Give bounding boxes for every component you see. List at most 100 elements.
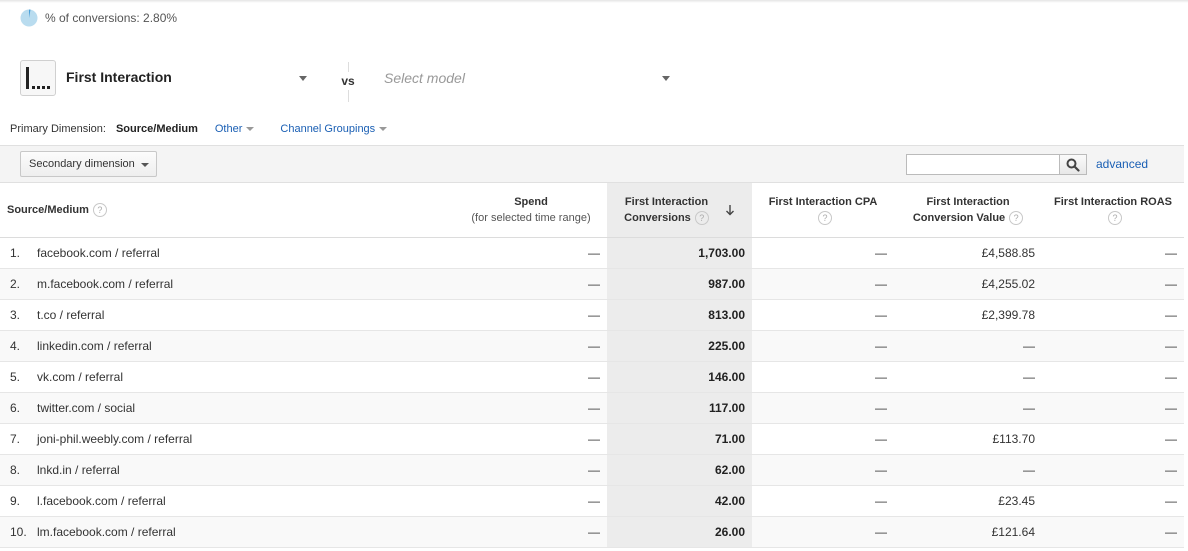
- table-row: 8. lnkd.in / referral —62.00— — —: [0, 454, 1184, 486]
- conversion-value-cell: —: [894, 454, 1042, 486]
- table-row: 3. t.co / referral —813.00— £2,399.78—: [0, 299, 1184, 331]
- source-medium-link[interactable]: m.facebook.com / referral: [35, 268, 455, 300]
- header-cpa[interactable]: First Interaction CPA ?: [752, 183, 894, 238]
- conversions-cell: 26.00: [607, 516, 752, 548]
- table-toolbar: Secondary dimension advanced: [0, 145, 1184, 183]
- search-icon[interactable]: [1066, 158, 1080, 172]
- first-interaction-model-icon: [20, 60, 56, 96]
- help-circle-icon[interactable]: ?: [1009, 211, 1024, 226]
- secondary-dimension-dropdown[interactable]: Secondary dimension: [20, 151, 157, 177]
- compare-model-dropdown[interactable]: Select model: [384, 70, 465, 86]
- help-circle-icon[interactable]: ?: [92, 203, 107, 218]
- primary-dimension-bar: Primary Dimension: Source/Medium Other C…: [10, 123, 413, 135]
- row-number: 2.: [0, 268, 35, 300]
- table-row: 2. m.facebook.com / referral —987.00— £4,25…: [0, 268, 1184, 300]
- conversion-value-cell: £4,255.02: [894, 268, 1042, 300]
- source-medium-link[interactable]: twitter.com / social: [35, 392, 455, 424]
- spend-cell: —: [455, 361, 607, 393]
- table-row: 1. facebook.com / referral —1,703.00— £4,58…: [0, 237, 1184, 269]
- header-conversion-value[interactable]: First Interaction Conversion Value?: [894, 183, 1042, 238]
- header-source-medium[interactable]: Source/Medium?: [0, 183, 455, 238]
- conversion-value-cell: £23.45: [894, 485, 1042, 517]
- primary-dimension-other-label[interactable]: Other: [215, 123, 243, 135]
- data-table: Source/Medium? Spend (for selected time …: [0, 183, 1184, 548]
- primary-dimension-label: Primary Dimension:: [10, 123, 106, 135]
- spend-cell: —: [455, 330, 607, 362]
- conversions-cell: 71.00: [607, 423, 752, 455]
- roas-cell: —: [1042, 330, 1184, 362]
- row-number: 6.: [0, 392, 35, 424]
- cpa-cell: —: [752, 423, 894, 455]
- source-medium-link[interactable]: linkedin.com / referral: [35, 330, 455, 362]
- conversions-cell: 146.00: [607, 361, 752, 393]
- cpa-cell: —: [752, 330, 894, 362]
- conversion-value-cell: —: [894, 361, 1042, 393]
- header-roas[interactable]: First Interaction ROAS ?: [1042, 183, 1184, 238]
- chevron-down-icon[interactable]: [141, 163, 149, 167]
- help-circle-icon[interactable]: ?: [818, 211, 832, 226]
- spend-cell: —: [455, 423, 607, 455]
- table-row: 9. l.facebook.com / referral —42.00— £23.45…: [0, 485, 1184, 517]
- cpa-cell: —: [752, 485, 894, 517]
- roas-cell: —: [1042, 392, 1184, 424]
- source-medium-link[interactable]: lnkd.in / referral: [35, 454, 455, 486]
- conversion-percentage: % of conversions: 2.80%: [45, 11, 178, 25]
- row-number: 7.: [0, 423, 35, 455]
- row-number: 1.: [0, 237, 35, 269]
- source-medium-link[interactable]: lm.facebook.com / referral: [35, 516, 455, 548]
- sort-descending-arrow-icon[interactable]: [725, 204, 735, 216]
- spend-cell: —: [455, 237, 607, 269]
- conversion-value-cell: £2,399.78: [894, 299, 1042, 331]
- conversions-cell: 225.00: [607, 330, 752, 362]
- row-number: 8.: [0, 454, 35, 486]
- table-row: 6. twitter.com / social —117.00— — —: [0, 392, 1184, 424]
- selected-model-dropdown[interactable]: First Interaction: [66, 69, 172, 85]
- channel-groupings-label[interactable]: Channel Groupings: [280, 123, 375, 135]
- cpa-cell: —: [752, 268, 894, 300]
- secondary-dimension-label[interactable]: Secondary dimension: [29, 158, 135, 170]
- conversion-summary: % of conversions: 2.80%: [20, 9, 177, 27]
- conversions-cell: 62.00: [607, 454, 752, 486]
- cpa-cell: —: [752, 237, 894, 269]
- conversions-cell: 1,703.00: [607, 237, 752, 269]
- vs-label: vs: [341, 72, 355, 90]
- pie-chart-icon: [20, 9, 38, 27]
- chevron-down-icon[interactable]: [246, 127, 255, 131]
- source-medium-link[interactable]: vk.com / referral: [35, 361, 455, 393]
- help-circle-icon[interactable]: ?: [1108, 211, 1122, 226]
- conversions-cell: 813.00: [607, 299, 752, 331]
- roas-cell: —: [1042, 237, 1184, 269]
- primary-dimension-channel-groupings[interactable]: Channel Groupings: [280, 123, 388, 135]
- source-medium-link[interactable]: facebook.com / referral: [35, 237, 455, 269]
- chevron-down-icon[interactable]: [379, 127, 388, 131]
- conversion-value-cell: —: [894, 330, 1042, 362]
- conversions-cell: 42.00: [607, 485, 752, 517]
- model-dropdown-chevron-icon[interactable]: [299, 76, 307, 81]
- source-medium-link[interactable]: t.co / referral: [35, 299, 455, 331]
- advanced-filter-link[interactable]: advanced: [1096, 157, 1148, 171]
- roas-cell: —: [1042, 268, 1184, 300]
- header-conversions[interactable]: First Interaction Conversions?: [607, 183, 752, 238]
- help-circle-icon[interactable]: ?: [694, 211, 709, 226]
- conversion-value-cell: £4,588.85: [894, 237, 1042, 269]
- header-spend[interactable]: Spend (for selected time range): [455, 183, 607, 238]
- roas-cell: —: [1042, 423, 1184, 455]
- table-row: 7. joni-phil.weebly.com / referral —71.00—…: [0, 423, 1184, 455]
- compare-dropdown-chevron-icon[interactable]: [662, 76, 670, 81]
- table-search-input[interactable]: [906, 154, 1060, 175]
- conversion-value-cell: —: [894, 392, 1042, 424]
- spend-cell: —: [455, 268, 607, 300]
- primary-dimension-other[interactable]: Other: [215, 123, 255, 135]
- cpa-cell: —: [752, 392, 894, 424]
- cpa-cell: —: [752, 299, 894, 331]
- source-medium-link[interactable]: joni-phil.weebly.com / referral: [35, 423, 455, 455]
- roas-cell: —: [1042, 454, 1184, 486]
- conversions-cell: 987.00: [607, 268, 752, 300]
- source-medium-link[interactable]: l.facebook.com / referral: [35, 485, 455, 517]
- row-number: 10.: [0, 516, 35, 548]
- conversions-cell: 117.00: [607, 392, 752, 424]
- cpa-cell: —: [752, 454, 894, 486]
- table-row: 5. vk.com / referral —146.00— — —: [0, 361, 1184, 393]
- roas-cell: —: [1042, 516, 1184, 548]
- search-button[interactable]: [1059, 154, 1087, 175]
